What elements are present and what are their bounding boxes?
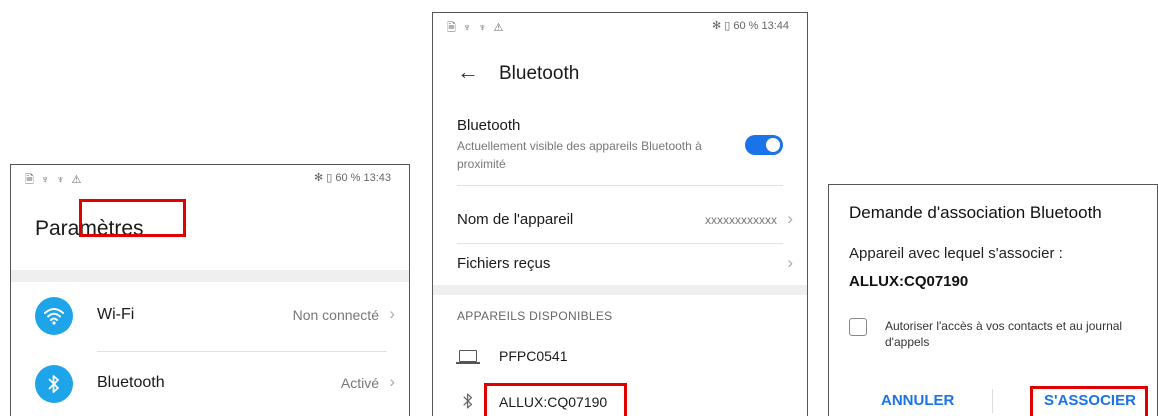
- device-name-label: Nom de l'appareil: [457, 211, 574, 228]
- laptop-icon: [456, 350, 480, 364]
- bluetooth-label: Bluetooth: [457, 117, 521, 134]
- button-separator: [992, 389, 993, 413]
- wifi-icon: [35, 297, 73, 335]
- settings-screen: 🗎 ♆ ♆ ⚠ ✻ ▯ 60 % 13:43 Paramètres Wi-Fi …: [10, 164, 410, 416]
- settings-item-wifi[interactable]: Wi-Fi Non connecté ›: [11, 289, 409, 343]
- bluetooth-screen: 🗎 ♆ ♆ ⚠ ✻ ▯ 60 % 13:44 ← Bluetooth Bluet…: [432, 12, 808, 416]
- section-gap: [433, 285, 807, 295]
- divider: [457, 243, 783, 244]
- bluetooth-label: Bluetooth: [97, 374, 165, 391]
- status-icons-right: ✻ ▯ 60 % 13:43: [313, 172, 391, 184]
- pairing-dialog: Demande d'association Bluetooth Appareil…: [828, 184, 1158, 416]
- status-bar: 🗎 ♆ ♆ ⚠ ✻ ▯ 60 % 13:43: [11, 165, 409, 189]
- device-item-allux[interactable]: ALLUX:CQ07190: [433, 385, 807, 416]
- bluetooth-icon: [35, 365, 73, 403]
- available-devices-header: APPAREILS DISPONIBLES: [457, 309, 613, 323]
- status-icons-left: 🗎 ♆ ♆ ⚠: [447, 22, 506, 34]
- settings-item-bluetooth[interactable]: Bluetooth Activé ›: [11, 357, 409, 411]
- contacts-access-label: Autoriser l'accès à vos contacts et au j…: [885, 319, 1123, 349]
- chevron-right-icon: ›: [389, 372, 395, 391]
- dialog-title: Demande d'association Bluetooth: [849, 203, 1102, 222]
- chevron-right-icon: ›: [787, 209, 793, 228]
- page-title: Bluetooth: [499, 63, 580, 84]
- bluetooth-visibility-text: Actuellement visible des appareils Bluet…: [457, 139, 702, 171]
- back-arrow-icon[interactable]: ←: [457, 59, 479, 85]
- cancel-button[interactable]: ANNULER: [881, 392, 954, 409]
- bluetooth-toggle[interactable]: [745, 135, 783, 155]
- contacts-access-checkbox[interactable]: [849, 318, 867, 336]
- device-item-pfpc0541[interactable]: PFPC0541: [433, 339, 807, 375]
- device-name: ALLUX:CQ07190: [499, 394, 608, 410]
- chevron-right-icon: ›: [787, 253, 793, 272]
- page-title: Paramètres: [35, 217, 144, 240]
- device-name: PFPC0541: [499, 348, 568, 364]
- bluetooth-icon: [457, 392, 479, 414]
- device-name-row[interactable]: Nom de l'appareil xxxxxxxxxxxx ›: [433, 201, 807, 241]
- bluetooth-status: Activé: [340, 375, 379, 391]
- dialog-message: Appareil avec lequel s'associer :: [849, 245, 1063, 262]
- section-gap: [11, 270, 409, 282]
- chevron-right-icon: ›: [389, 304, 395, 323]
- received-files-row[interactable]: Fichiers reçus ›: [433, 245, 807, 285]
- status-icons-right: ✻ ▯ 60 % 13:44: [711, 20, 789, 32]
- divider: [457, 185, 783, 186]
- divider: [97, 351, 387, 352]
- wifi-label: Wi-Fi: [97, 306, 135, 323]
- device-name-value: xxxxxxxxxxxx: [705, 213, 777, 227]
- wifi-status: Non connecté: [292, 307, 379, 323]
- pair-button[interactable]: S'ASSOCIER: [1044, 392, 1136, 409]
- status-icons-left: 🗎 ♆ ♆ ⚠: [25, 174, 84, 186]
- status-bar: 🗎 ♆ ♆ ⚠ ✻ ▯ 60 % 13:44: [433, 13, 807, 37]
- device-name: ALLUX:CQ07190: [849, 273, 969, 290]
- bluetooth-toggle-row[interactable]: Bluetooth Actuellement visible des appar…: [433, 113, 807, 181]
- header: ← Bluetooth: [433, 57, 807, 93]
- received-files-label: Fichiers reçus: [457, 255, 551, 272]
